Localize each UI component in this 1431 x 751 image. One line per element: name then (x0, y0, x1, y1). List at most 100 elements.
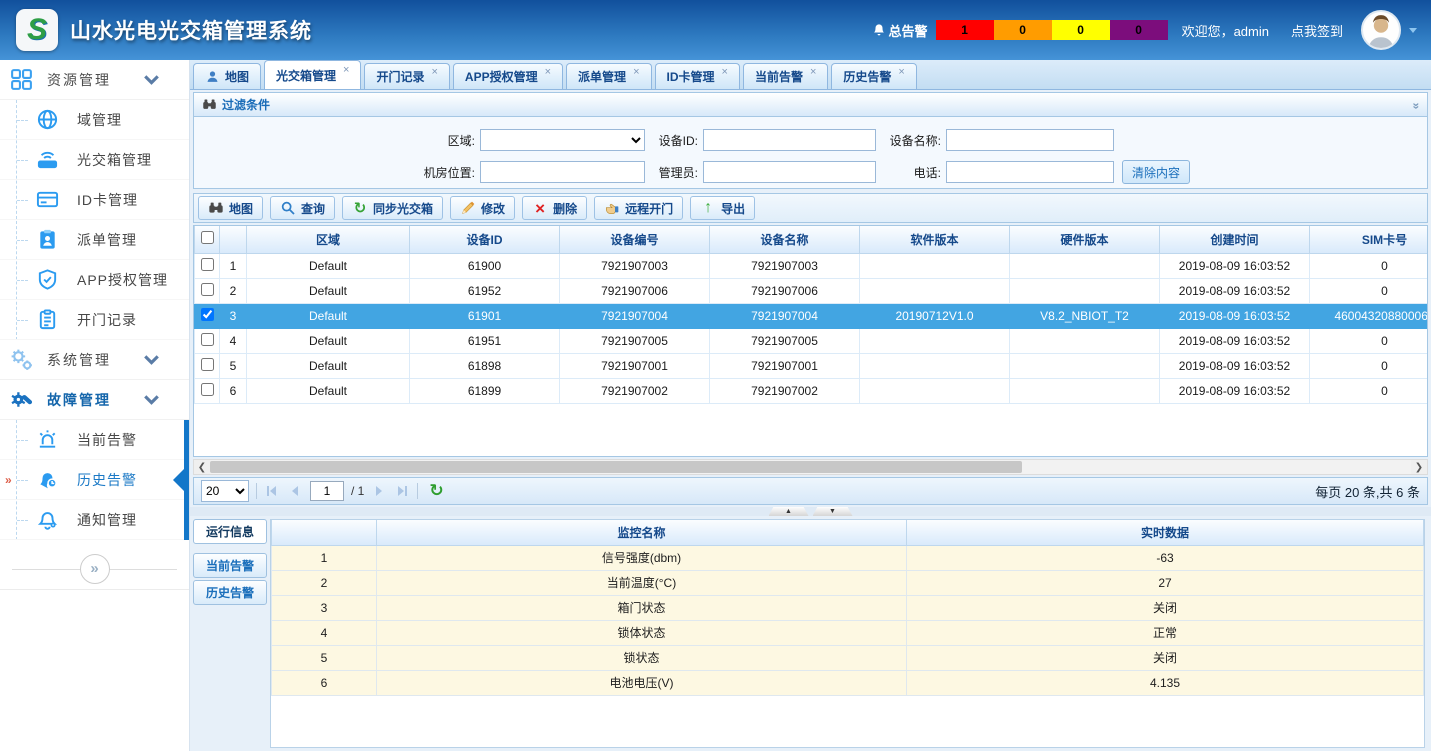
sidebar-item-派单管理[interactable]: »派单管理 (0, 220, 189, 260)
tab-close-icon[interactable]: × (898, 66, 904, 78)
sidebar-group-故障管理[interactable]: 故障管理 (0, 380, 189, 420)
monitor-row[interactable]: 1信号强度(dbm)-63 (272, 545, 1424, 570)
filter-input-管理员[interactable] (703, 161, 876, 183)
row-checkbox[interactable] (201, 308, 214, 321)
alarm-count-box[interactable]: 0 (1052, 20, 1110, 40)
grid-cell: 7921907002 (560, 378, 710, 403)
total-alarm: 总告警 (872, 21, 928, 40)
horizontal-scrollbar[interactable]: ❮ ❯ (193, 459, 1428, 475)
monitor-rownum-cell: 3 (272, 595, 377, 620)
filter-input-机房位置[interactable] (480, 161, 645, 183)
monitor-row[interactable]: 5锁状态关闭 (272, 645, 1424, 670)
sidebar-item-历史告警[interactable]: »历史告警 (0, 460, 184, 500)
tab-历史告警[interactable]: 历史告警× (831, 63, 916, 89)
sidebar-item-通知管理[interactable]: »通知管理 (0, 500, 184, 540)
toolbar-button-远程开门[interactable]: 远程开门 (594, 196, 683, 220)
tab-光交箱管理[interactable]: 光交箱管理 × (264, 60, 361, 89)
page-size-select[interactable]: 20 (201, 480, 249, 502)
detail-tab-当前告警[interactable]: 当前告警 (193, 553, 267, 578)
scrollbar-thumb[interactable] (210, 461, 1022, 473)
clear-content-button[interactable]: 清除内容 (1122, 160, 1190, 184)
panel-splitter[interactable]: ▲ ▼ (190, 507, 1431, 516)
chevron-down-icon[interactable] (1407, 24, 1419, 36)
detail-tab-历史告警[interactable]: 历史告警 (193, 580, 267, 605)
tab-label: 光交箱管理 (276, 67, 336, 84)
alarm-count-box[interactable]: 0 (994, 20, 1052, 40)
monitor-row[interactable]: 2当前温度(°C)27 (272, 570, 1424, 595)
alarm-count-box[interactable]: 0 (1110, 20, 1168, 40)
pencil-icon (460, 200, 476, 216)
splitter-up-button[interactable]: ▲ (769, 507, 809, 516)
toolbar-button-同步光交箱[interactable]: ↻同步光交箱 (342, 196, 443, 220)
monitor-row[interactable]: 3箱门状态关闭 (272, 595, 1424, 620)
table-row[interactable]: 1Default61900792190700379219070032019-08… (195, 253, 1429, 278)
monitor-row[interactable]: 4锁体状态正常 (272, 620, 1424, 645)
grid-cell: 7921907003 (560, 253, 710, 278)
tab-close-icon[interactable]: × (722, 66, 728, 78)
tab-当前告警[interactable]: 当前告警× (743, 63, 828, 89)
prev-page-button[interactable] (287, 483, 303, 499)
next-page-button[interactable] (371, 483, 387, 499)
grid-cell (1010, 278, 1160, 303)
scroll-left-arrow[interactable]: ❮ (194, 460, 210, 474)
sidebar-collapse-button[interactable]: » (80, 554, 110, 584)
first-page-button[interactable] (264, 483, 280, 499)
table-row[interactable]: 5Default61898792190700179219070012019-08… (195, 353, 1429, 378)
tab-label: 派单管理 (578, 68, 626, 85)
toolbar-button-修改[interactable]: 修改 (450, 196, 515, 220)
splitter-down-button[interactable]: ▼ (813, 507, 853, 516)
table-row[interactable]: 6Default61899792190700279219070022019-08… (195, 378, 1429, 403)
toolbar-button-导出[interactable]: ↑导出 (690, 196, 755, 220)
row-checkbox[interactable] (201, 258, 214, 271)
tab-close-icon[interactable]: × (810, 66, 816, 78)
monitor-row[interactable]: 6电池电压(V)4.135 (272, 670, 1424, 695)
filter-input-设备ID[interactable] (703, 129, 876, 151)
filter-input-电话[interactable] (946, 161, 1114, 183)
page-title: 山水光电光交箱管理系统 (70, 15, 312, 45)
row-checkbox[interactable] (201, 333, 214, 346)
page-number-input[interactable] (310, 481, 344, 501)
scrollbar-track[interactable] (1022, 460, 1411, 474)
signin-link[interactable]: 点我签到 (1291, 21, 1343, 40)
tab-APP授权管理[interactable]: APP授权管理× (453, 63, 563, 89)
sidebar-item-光交箱管理[interactable]: »光交箱管理 (0, 140, 189, 180)
table-row[interactable]: 4Default61951792190700579219070052019-08… (195, 328, 1429, 353)
table-row[interactable]: 3Default61901792190700479219070042019071… (195, 303, 1429, 328)
filter-region-select[interactable] (480, 129, 645, 151)
row-checkbox[interactable] (201, 383, 214, 396)
tab-close-icon[interactable]: × (431, 66, 437, 78)
sidebar-item-当前告警[interactable]: »当前告警 (0, 420, 184, 460)
toolbar-button-查询[interactable]: 查询 (270, 196, 335, 220)
sidebar-group-资源管理[interactable]: 资源管理 (0, 60, 189, 100)
sidebar-item-APP授权管理[interactable]: »APP授权管理 (0, 260, 189, 300)
tab-开门记录[interactable]: 开门记录× (364, 63, 449, 89)
tab-close-icon[interactable]: × (633, 66, 639, 78)
sidebar-item-ID卡管理[interactable]: »ID卡管理 (0, 180, 189, 220)
sidebar-item-域管理[interactable]: »域管理 (0, 100, 189, 140)
table-row[interactable]: 2Default61952792190700679219070062019-08… (195, 278, 1429, 303)
toolbar-button-删除[interactable]: ×删除 (522, 196, 587, 220)
sidebar-item-开门记录[interactable]: »开门记录 (0, 300, 189, 340)
sidebar-group-系统管理[interactable]: 系统管理 (0, 340, 189, 380)
detail-tab-运行信息[interactable]: 运行信息 (193, 519, 267, 544)
tab-close-icon[interactable]: × (343, 64, 349, 76)
select-all-checkbox[interactable] (201, 231, 214, 244)
toolbar-button-地图[interactable]: 地图 (198, 196, 263, 220)
alarm-count-box[interactable]: 1 (936, 20, 994, 40)
tab-派单管理[interactable]: 派单管理 × (566, 63, 651, 89)
filter-input-设备名称[interactable] (946, 129, 1114, 151)
grid-cell: 0 (1310, 253, 1429, 278)
tab-ID卡管理[interactable]: ID卡管理× (655, 63, 740, 89)
avatar[interactable] (1361, 10, 1401, 50)
refresh-icon[interactable]: ↻ (429, 481, 443, 501)
scroll-right-arrow[interactable]: ❯ (1411, 460, 1427, 474)
monitor-name-cell: 箱门状态 (377, 595, 907, 620)
tab-close-icon[interactable]: × (545, 66, 551, 78)
tab-地图[interactable]: 地图 (193, 63, 261, 89)
collapse-panel-icon[interactable]: » (1410, 102, 1424, 107)
last-page-button[interactable] (394, 483, 410, 499)
row-checkbox[interactable] (201, 358, 214, 371)
total-alarm-label: 总告警 (889, 21, 928, 40)
grid-toolbar: 地图查询 ↻同步光交箱修改 ×删除远程开门 ↑导出 (193, 193, 1428, 223)
row-checkbox[interactable] (201, 283, 214, 296)
